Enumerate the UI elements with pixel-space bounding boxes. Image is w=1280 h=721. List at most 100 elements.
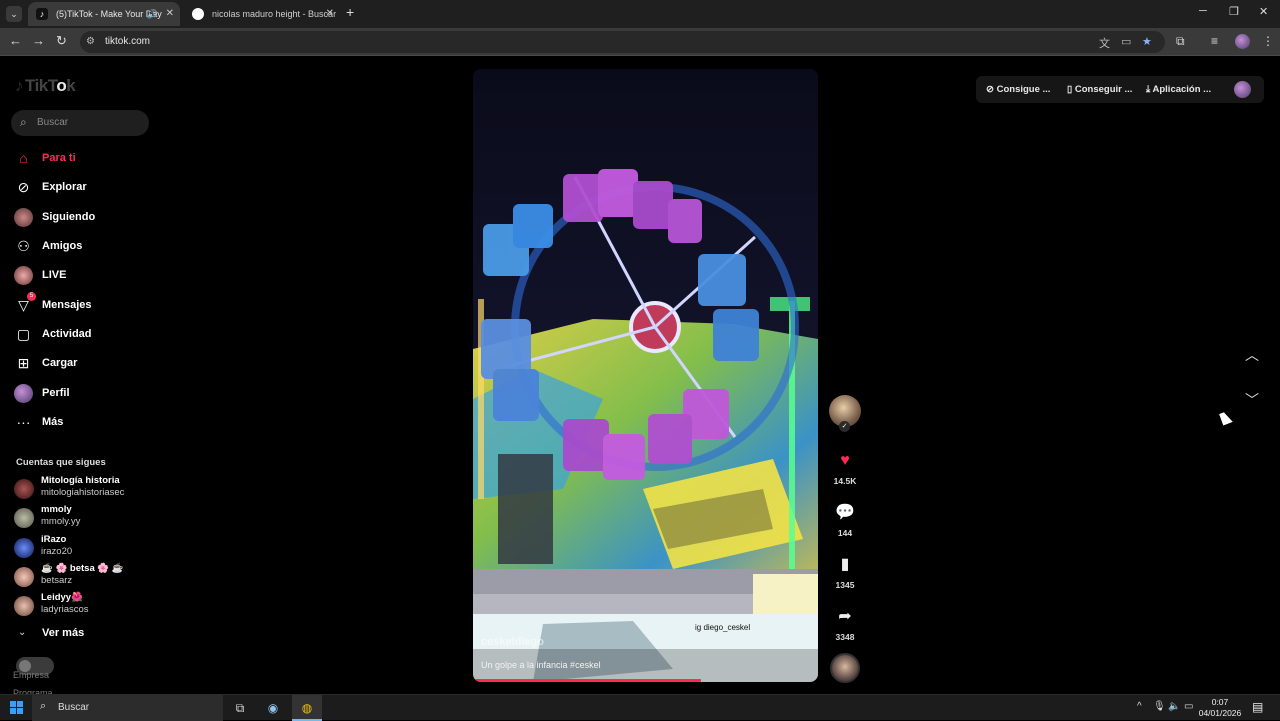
- next-video-button[interactable]: ﹀: [1245, 390, 1259, 410]
- browser-toolbar: ← → ↻ ⚙ tiktok.com 文 ▭ ★ ⧉ ≡ ⋮: [0, 28, 1280, 56]
- avatar: [14, 384, 33, 403]
- nav-explorar[interactable]: ⊘ Explorar: [14, 176, 174, 198]
- comment-icon: 💬: [835, 504, 855, 521]
- nav-cargar[interactable]: ⊞ Cargar: [14, 352, 174, 374]
- minimize-icon[interactable]: ─: [1199, 5, 1207, 17]
- followed-account[interactable]: Leidyy🌺 ladyriascos: [14, 592, 164, 618]
- search-input[interactable]: ⌕ Buscar: [11, 110, 149, 136]
- network-icon[interactable]: ▭: [1184, 701, 1193, 712]
- followed-account[interactable]: mmoly mmoly.yy: [14, 504, 164, 530]
- video-player[interactable]: ig diego_ceskel ceskeldiego Un golpe a l…: [473, 69, 818, 682]
- site-info-icon[interactable]: ⚙: [86, 36, 98, 48]
- account-username: irazo20: [41, 546, 73, 557]
- music-disc[interactable]: [830, 653, 860, 683]
- menu-dots-icon[interactable]: ⋮: [1262, 34, 1274, 48]
- taskbar-search-placeholder: Buscar: [58, 702, 90, 713]
- download-app-label: Aplicación ...: [1152, 84, 1212, 95]
- nav-perfil[interactable]: Perfil: [14, 382, 174, 404]
- video-progress-bar[interactable]: [473, 679, 701, 682]
- windows-taskbar: ⌕ Buscar ⧉ ◉ ◍ ^ 🎙 🔈 ▭ 0:07 04/01/2026 ▤: [0, 694, 1280, 721]
- tray-overflow-icon[interactable]: ^: [1137, 701, 1142, 712]
- nav-para-ti[interactable]: ⌂ Para ti: [14, 147, 174, 169]
- address-bar[interactable]: ⚙ tiktok.com 文 ▭ ★: [80, 31, 1165, 53]
- reload-icon[interactable]: ↻: [56, 33, 67, 49]
- tab-tiktok[interactable]: ♪ (5)TikTok - Make Your Day 🔊 ✕: [28, 2, 180, 26]
- avatar: [14, 266, 33, 285]
- account-username: mitologiahistoriasec: [41, 487, 125, 498]
- like-button[interactable]: ♥ 14.5K: [829, 451, 861, 486]
- nav-actividad[interactable]: ▢ Actividad: [14, 323, 174, 345]
- notification-center-icon[interactable]: ▤: [1252, 700, 1263, 714]
- bookmark-star-icon[interactable]: ★: [1142, 35, 1152, 48]
- nav-mas[interactable]: ··· Más: [14, 411, 174, 433]
- forward-icon[interactable]: →: [32, 33, 45, 48]
- new-tab-button[interactable]: +: [346, 4, 354, 20]
- upload-icon: ⊞: [17, 355, 30, 371]
- get-coins-label: Consigue ...: [996, 84, 1051, 95]
- nav-siguiendo[interactable]: Siguiendo: [14, 206, 174, 228]
- search-placeholder: Buscar: [37, 117, 69, 128]
- avatar: [14, 538, 34, 558]
- extensions-icon[interactable]: ⧉: [1176, 34, 1185, 49]
- media-control-icon[interactable]: ≡: [1211, 34, 1218, 48]
- download-app-button[interactable]: ⤓ Aplicación ...: [1146, 76, 1211, 103]
- chrome-icon[interactable]: ◍: [292, 695, 322, 721]
- unread-badge: 5: [27, 292, 36, 301]
- start-button[interactable]: [10, 701, 23, 714]
- system-clock[interactable]: 0:07 04/01/2026: [1198, 697, 1242, 719]
- video-watermark: ig diego_ceskel: [695, 623, 751, 632]
- chevron-down-icon: ⌄: [18, 627, 27, 638]
- browser-tab-strip: ⌄ ♪ (5)TikTok - Make Your Day 🔊 ✕ nicola…: [0, 0, 1280, 28]
- heart-icon: ♥: [840, 452, 850, 469]
- steam-icon[interactable]: ◉: [258, 695, 288, 721]
- video-author[interactable]: ceskeldiego: [481, 636, 544, 648]
- back-icon[interactable]: ←: [9, 33, 22, 48]
- footer-link-empresa[interactable]: Empresa: [13, 670, 49, 680]
- tiktok-logo[interactable]: ♪ TikTok: [15, 76, 76, 98]
- user-avatar[interactable]: [1234, 81, 1251, 98]
- account-username: betsarz: [41, 575, 73, 586]
- audio-playing-icon[interactable]: 🔊: [147, 2, 158, 26]
- close-window-icon[interactable]: ✕: [1259, 5, 1268, 18]
- see-more-label: Ver más: [42, 627, 85, 639]
- get-app-button[interactable]: ▯ Conseguir ...: [1067, 76, 1132, 103]
- avatar: [14, 208, 33, 227]
- nav-label: Más: [42, 416, 64, 428]
- close-tab-icon[interactable]: ✕: [326, 2, 334, 26]
- see-more-button[interactable]: ⌄ Ver más: [18, 627, 118, 643]
- tab-search-button[interactable]: ⌄: [6, 6, 22, 22]
- nav-amigos[interactable]: ⚇ Amigos: [14, 235, 174, 257]
- get-coins-button[interactable]: ⊘ Consigue ...: [986, 76, 1050, 103]
- following-check-icon[interactable]: ✓: [839, 421, 850, 432]
- followed-account[interactable]: iRazo irazo20: [14, 534, 164, 560]
- avatar: [14, 508, 34, 528]
- tab-title: nicolas maduro height - Buscar: [212, 9, 337, 19]
- task-view-icon[interactable]: ⧉: [225, 695, 255, 721]
- microphone-icon[interactable]: 🎙: [1153, 701, 1166, 712]
- restore-icon[interactable]: ❐: [1229, 5, 1239, 18]
- share-button[interactable]: ➦ 3348: [829, 607, 861, 642]
- comment-count: 144: [837, 528, 853, 538]
- close-tab-icon[interactable]: ✕: [166, 2, 174, 26]
- taskbar-search[interactable]: ⌕ Buscar: [32, 695, 223, 721]
- followed-account[interactable]: ☕ 🌸 betsa 🌸 ☕ betsarz: [14, 563, 164, 589]
- profile-avatar[interactable]: [1235, 34, 1250, 49]
- comment-button[interactable]: 💬 144: [829, 503, 861, 538]
- nav-label: Mensajes: [42, 299, 92, 311]
- previous-video-button[interactable]: ︿: [1245, 345, 1259, 365]
- nav-mensajes[interactable]: ▽ 5 Mensajes: [14, 292, 174, 316]
- search-icon: ⌕: [40, 700, 47, 712]
- tab-search[interactable]: nicolas maduro height - Buscar ✕: [184, 2, 340, 26]
- save-button[interactable]: ▮ 1345: [829, 555, 861, 590]
- get-app-label: Conseguir ...: [1074, 84, 1133, 95]
- clock-time: 0:07: [1211, 697, 1229, 707]
- followed-account[interactable]: Mitología historia mitologiahistoriasec: [14, 475, 164, 501]
- volume-icon[interactable]: 🔈: [1168, 701, 1180, 712]
- cast-icon[interactable]: ▭: [1121, 35, 1131, 48]
- avatar: [14, 596, 34, 616]
- account-name: Leidyy🌺: [41, 592, 83, 603]
- tiktok-favicon-icon: ♪: [36, 8, 48, 20]
- share-count: 3348: [835, 632, 855, 642]
- nav-live[interactable]: LIVE: [14, 264, 174, 286]
- translate-icon[interactable]: 文: [1099, 35, 1110, 51]
